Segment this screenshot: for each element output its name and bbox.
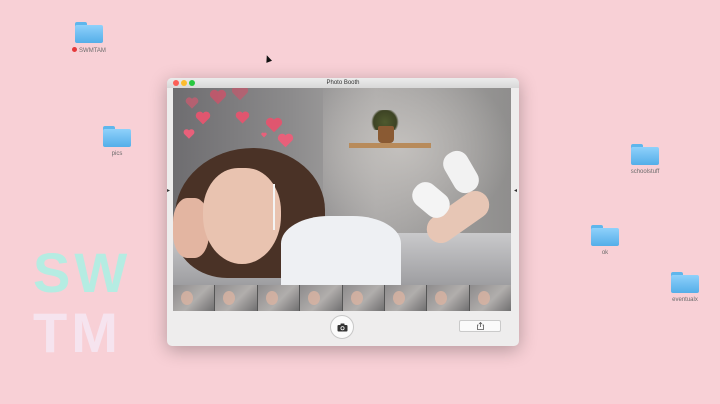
desktop-folder-pics[interactable]: pics [87,126,147,158]
heart-icon [277,132,294,149]
photo-thumbnail[interactable] [300,285,342,311]
photo-thumbnail[interactable] [384,285,427,311]
share-icon [476,322,484,330]
photo-thumbnail[interactable] [257,285,300,311]
window-titlebar[interactable]: Photo Booth [167,78,519,88]
desktop-folder-eventualx[interactable]: eventualx [655,272,715,304]
photo-thumbnail[interactable] [215,285,257,311]
photo-thumbnail[interactable] [427,285,469,311]
window-title: Photo Booth [326,80,360,86]
desktop-folder-label: schoolstuff [630,169,660,175]
mouse-cursor-icon [263,54,273,63]
watermark-line-2: TM [33,301,122,364]
folder-icon [591,225,619,246]
take-photo-button[interactable] [330,315,354,339]
right-arrow-icon: ◂ [514,188,518,194]
desktop-folder-ok[interactable]: ok [575,225,635,257]
photo-booth-window: Photo Booth ▸ ◂ [167,78,519,346]
photo-thumbnail[interactable] [173,285,215,311]
desktop-folder-label: SWMTAM [59,47,119,55]
heart-icon [209,88,227,106]
share-button[interactable] [459,320,501,332]
watermark-line-1: SW [33,241,132,304]
heart-icon [235,110,250,125]
desktop-folder-label: eventualx [672,297,698,303]
folder-icon [671,272,699,293]
folder-icon [631,144,659,165]
heart-icon [183,128,195,140]
folder-icon [103,126,131,147]
camera-icon [337,323,347,331]
heart-icon [261,132,267,138]
person-face [203,168,281,264]
heart-icon [231,88,249,102]
desktop-folder-schoolstuff[interactable]: schoolstuff [615,144,675,176]
desktop-folder-swmtam[interactable]: SWMTAM [59,22,119,55]
person-shirt [281,216,401,285]
red-tag-icon [72,47,78,52]
desktop-folder-label: ok [601,250,609,256]
photo-thumbnail[interactable] [342,285,384,311]
shelf [349,143,431,148]
heart-icon [195,110,211,126]
earbud-cable [273,184,279,230]
photo-strip[interactable] [173,285,511,311]
left-arrow-icon: ▸ [167,188,171,194]
folder-icon [75,22,103,43]
desktop-folder-label: pics [111,151,123,157]
plant-pot [378,126,394,143]
heart-icon [185,96,199,110]
camera-preview [173,88,511,285]
photo-thumbnail[interactable] [469,285,511,311]
